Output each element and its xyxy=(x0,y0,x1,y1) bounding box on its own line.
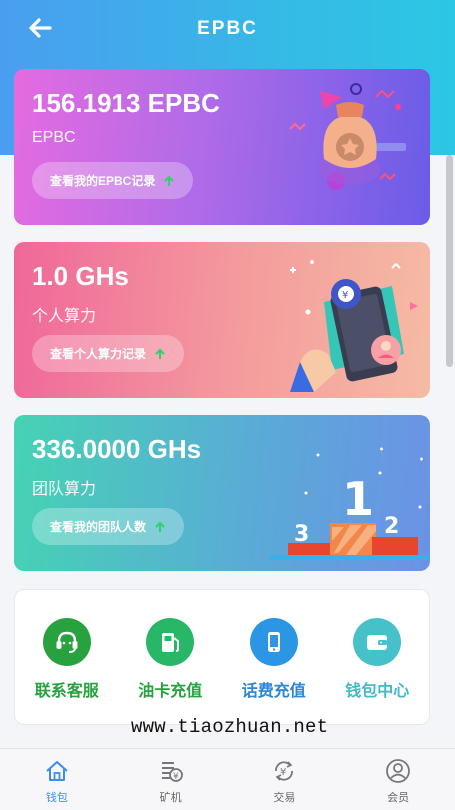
tab-miner[interactable]: ¥ 矿机 xyxy=(114,749,228,810)
quick-action-label: 联系客服 xyxy=(34,683,99,700)
quick-action-label: 油卡充值 xyxy=(138,683,203,700)
tab-label: 矿机 xyxy=(159,792,182,804)
button-label: 查看个人算力记录 xyxy=(50,347,147,361)
tab-label: 会员 xyxy=(387,792,410,804)
team-hashrate-value: 336.0000 GHs xyxy=(32,434,202,464)
button-label: 查看我的团队人数 xyxy=(50,520,147,534)
quick-action-label: 钱包中心 xyxy=(345,683,410,700)
phone-icon xyxy=(249,618,298,666)
tab-label: 交易 xyxy=(273,792,296,804)
quick-action-label: 话费充值 xyxy=(241,683,306,700)
headset-icon xyxy=(42,618,91,666)
podium-illustration: 1 3 2 xyxy=(270,447,430,560)
tab-label: 钱包 xyxy=(45,792,68,804)
arrow-up-icon xyxy=(154,348,166,360)
svg-text:1: 1 xyxy=(342,472,374,526)
arrow-up-icon xyxy=(163,175,175,187)
svg-text:¥: ¥ xyxy=(342,290,348,301)
personal-hashrate-value: 1.0 GHs xyxy=(32,261,129,291)
balance-value: 156.1913 EPBC xyxy=(32,88,220,118)
personal-hashrate-card: 1.0 GHs 个人算力 查看个人算力记录 ¥ xyxy=(14,242,430,398)
fuel-pump-icon xyxy=(146,618,195,666)
money-bag-illustration xyxy=(289,83,406,190)
arrow-left-icon xyxy=(29,18,52,38)
watermark-text: www.tiaozhuan.net xyxy=(131,716,329,738)
header: EPBC xyxy=(0,0,455,58)
phone-illustration: ¥ xyxy=(290,260,418,392)
team-hashrate-label: 团队算力 xyxy=(32,481,97,498)
bottom-tab-bar: 钱包 ¥ 矿机 ¥ 交易 会员 xyxy=(0,748,455,810)
miner-icon: ¥ xyxy=(157,757,185,785)
fuel-card-recharge-button[interactable]: 油卡充值 xyxy=(119,590,223,724)
user-icon xyxy=(384,757,412,785)
quick-actions-panel: 联系客服 油卡充值 话费充值 钱包中心 xyxy=(14,589,430,725)
tab-wallet[interactable]: 钱包 xyxy=(0,749,114,810)
button-label: 查看我的EPBC记录 xyxy=(50,174,156,188)
phone-recharge-button[interactable]: 话费充值 xyxy=(222,590,326,724)
page-title: EPBC xyxy=(197,18,258,39)
view-balance-records-button[interactable]: 查看我的EPBC记录 xyxy=(32,162,194,199)
svg-text:2: 2 xyxy=(384,514,399,539)
wallet-icon xyxy=(353,618,402,666)
view-team-members-button[interactable]: 查看我的团队人数 xyxy=(32,508,185,545)
view-personal-hashrate-button[interactable]: 查看个人算力记录 xyxy=(32,335,185,372)
back-button[interactable] xyxy=(26,14,54,42)
team-hashrate-card: 336.0000 GHs 团队算力 查看我的团队人数 1 3 2 xyxy=(14,415,430,571)
exchange-icon: ¥ xyxy=(270,757,298,785)
wallet-center-button[interactable]: 钱包中心 xyxy=(326,590,430,724)
tab-member[interactable]: 会员 xyxy=(341,749,455,810)
balance-card: 156.1913 EPBC EPBC 查看我的EPBC记录 xyxy=(14,69,430,225)
personal-hashrate-label: 个人算力 xyxy=(32,308,97,325)
scrollbar[interactable] xyxy=(446,155,453,367)
home-icon xyxy=(43,757,71,785)
balance-label: EPBC xyxy=(32,129,76,146)
customer-service-button[interactable]: 联系客服 xyxy=(15,590,119,724)
svg-text:¥: ¥ xyxy=(173,772,179,782)
svg-text:¥: ¥ xyxy=(280,767,286,778)
tab-trade[interactable]: ¥ 交易 xyxy=(228,749,342,810)
arrow-up-icon xyxy=(154,521,166,533)
